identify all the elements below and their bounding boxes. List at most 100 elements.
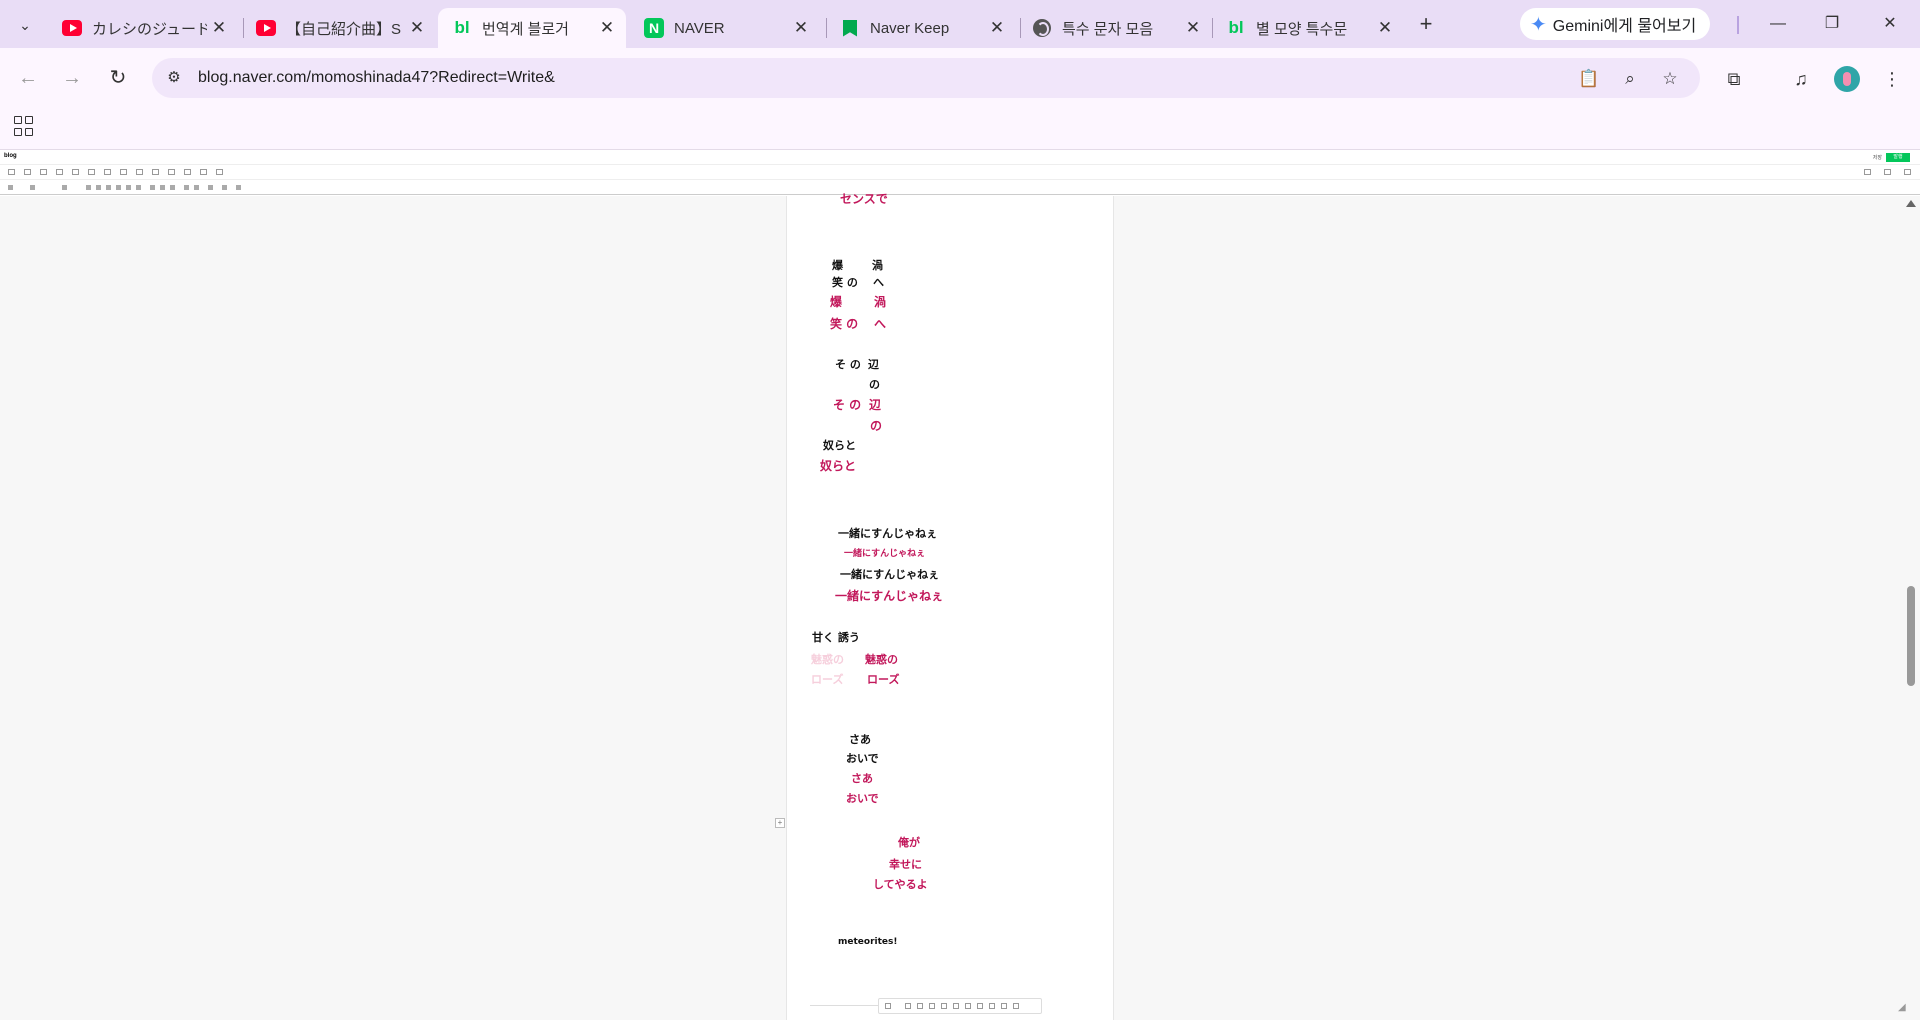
tool-icon[interactable] <box>1013 1003 1019 1009</box>
lyric-line[interactable]: 辺 <box>869 396 881 413</box>
tool-icon[interactable] <box>941 1003 947 1009</box>
close-icon[interactable]: ✕ <box>408 19 426 37</box>
lyric-line[interactable]: 俺が <box>898 834 920 850</box>
zoom-icon[interactable]: ⌕ <box>1619 68 1641 90</box>
table-icon[interactable] <box>152 169 159 175</box>
reload-button[interactable]: ↻ <box>104 64 132 92</box>
lyric-line[interactable]: 爆 <box>830 293 842 310</box>
forward-button[interactable]: → <box>58 64 86 92</box>
lyric-line[interactable]: へ <box>874 315 886 332</box>
back-button[interactable]: ← <box>14 64 42 92</box>
tool-icon[interactable] <box>929 1003 935 1009</box>
lyric-line[interactable]: 奴らと <box>823 437 856 453</box>
minimize-button[interactable]: — <box>1766 12 1790 36</box>
lyric-line[interactable]: 一緒にすんじゃねぇ <box>838 525 937 541</box>
media-control-icon[interactable]: ♫ <box>1789 67 1813 91</box>
schedule-icon[interactable] <box>120 169 127 175</box>
special-char-icon[interactable] <box>208 185 213 190</box>
settings-icon[interactable] <box>1904 169 1911 175</box>
more-icon[interactable] <box>200 169 207 175</box>
lyric-line[interactable]: ローズ <box>811 671 843 687</box>
gemini-button[interactable]: ✦ Gemini에게 물어보기 <box>1520 8 1711 40</box>
tool-icon[interactable] <box>905 1003 911 1009</box>
close-icon[interactable]: ✕ <box>792 19 810 37</box>
layout-icon[interactable] <box>216 169 223 175</box>
blog-logo[interactable]: blog <box>4 153 17 159</box>
formula-icon[interactable] <box>168 169 175 175</box>
tool-icon[interactable] <box>989 1003 995 1009</box>
new-tab-button[interactable]: + <box>1412 12 1440 38</box>
lyric-line[interactable]: さあ <box>851 770 873 786</box>
place-icon[interactable] <box>72 169 79 175</box>
link-insert-icon[interactable] <box>222 185 227 190</box>
avatar[interactable] <box>1834 66 1860 92</box>
tool-icon[interactable] <box>885 1003 891 1009</box>
lyric-line[interactable]: おいで <box>846 750 879 766</box>
sticker-icon[interactable] <box>24 169 31 175</box>
tab-youtube-2[interactable]: 【自己紹介曲】SI ✕ <box>242 8 436 48</box>
vertical-scrollbar[interactable] <box>1902 196 1920 1020</box>
extensions-icon[interactable]: ⧉ <box>1722 67 1746 91</box>
lyric-line[interactable]: 幸せに <box>889 856 922 872</box>
scroll-up-icon[interactable] <box>1906 200 1916 207</box>
lyric-line[interactable]: 渦 <box>874 293 886 310</box>
restore-button[interactable]: ❐ <box>1820 12 1844 36</box>
tool-icon[interactable] <box>977 1003 983 1009</box>
resize-handle-icon[interactable]: ◢ <box>1898 1002 1910 1014</box>
bookmark-star-icon[interactable]: ☆ <box>1659 68 1681 90</box>
lyric-line[interactable]: 渦 <box>872 257 883 273</box>
address-bar[interactable]: ⚙ blog.naver.com/momoshinada47?Redirect=… <box>152 58 1700 98</box>
lyric-line[interactable]: そ の <box>833 396 861 413</box>
tool-icon[interactable] <box>953 1003 959 1009</box>
document-page[interactable]: センスで 爆 笑 の 渦 へ 爆 笑 の 渦 へ そ の 辺 の そ の 辺 の… <box>786 192 1114 1020</box>
publish-button[interactable]: 발행 <box>1886 153 1910 162</box>
align-icon[interactable] <box>150 185 155 190</box>
file-icon[interactable] <box>104 169 111 175</box>
lyric-line[interactable]: 一緒にすんじゃねぇ <box>844 546 925 559</box>
lyric-line[interactable]: してやるよ <box>873 876 928 892</box>
lyric-line[interactable]: 甘く 誘う <box>812 629 860 645</box>
close-icon[interactable]: ✕ <box>210 19 228 37</box>
tab-naver-keep[interactable]: Naver Keep ✕ <box>826 8 1016 48</box>
underline-icon[interactable] <box>106 185 111 190</box>
lyric-line[interactable]: 一緒にすんじゃねぇ <box>840 566 939 582</box>
close-icon[interactable]: ✕ <box>988 19 1006 37</box>
lyric-line[interactable]: 笑 の <box>830 315 858 332</box>
close-icon[interactable]: ✕ <box>1184 19 1202 37</box>
expand-icon[interactable] <box>1029 1003 1035 1009</box>
superscript-icon[interactable] <box>184 185 189 190</box>
close-window-button[interactable]: ✕ <box>1878 12 1902 36</box>
tab-blog-write[interactable]: bl 번역계 블로거 ✕ <box>438 8 626 48</box>
mobile-icon[interactable] <box>1884 169 1891 175</box>
preview-icon[interactable] <box>1864 169 1871 175</box>
lyric-line[interactable]: の <box>870 417 882 434</box>
lyric-line[interactable]: ローズ <box>867 671 899 687</box>
add-component-button[interactable]: + <box>775 818 785 828</box>
url-text[interactable]: blog.naver.com/momoshinada47?Redirect=Wr… <box>198 69 555 87</box>
subscript-icon[interactable] <box>194 185 199 190</box>
site-info-icon[interactable]: ⚙ <box>164 68 184 88</box>
tool-icon[interactable] <box>965 1003 971 1009</box>
code-icon[interactable] <box>136 169 143 175</box>
link-icon[interactable] <box>88 169 95 175</box>
line-height-icon[interactable] <box>160 185 165 190</box>
lyric-line[interactable]: へ <box>873 274 884 290</box>
quote-icon[interactable] <box>40 169 47 175</box>
tab-youtube-1[interactable]: カレシのジュード ✕ <box>48 8 238 48</box>
font-size-icon[interactable] <box>62 185 67 190</box>
tool-icon[interactable] <box>1001 1003 1007 1009</box>
close-icon[interactable]: ✕ <box>1376 19 1394 37</box>
tab-star-chars[interactable]: bl 별 모양 특수문 ✕ <box>1212 8 1404 48</box>
close-icon[interactable]: ✕ <box>598 19 616 37</box>
spellcheck-icon[interactable] <box>236 185 241 190</box>
lyric-line[interactable]: の <box>869 376 880 392</box>
lyric-line[interactable]: 奴らと <box>820 457 856 474</box>
bold-icon[interactable] <box>86 185 91 190</box>
lyric-line[interactable]: 笑 の <box>832 274 858 290</box>
lyric-line[interactable]: 魅惑の <box>811 651 844 667</box>
font-family-icon[interactable] <box>30 185 35 190</box>
lyric-line[interactable]: おいで <box>846 790 879 806</box>
strikethrough-icon[interactable] <box>116 185 121 190</box>
scrollbar-thumb[interactable] <box>1907 586 1915 686</box>
divider-icon[interactable] <box>56 169 63 175</box>
